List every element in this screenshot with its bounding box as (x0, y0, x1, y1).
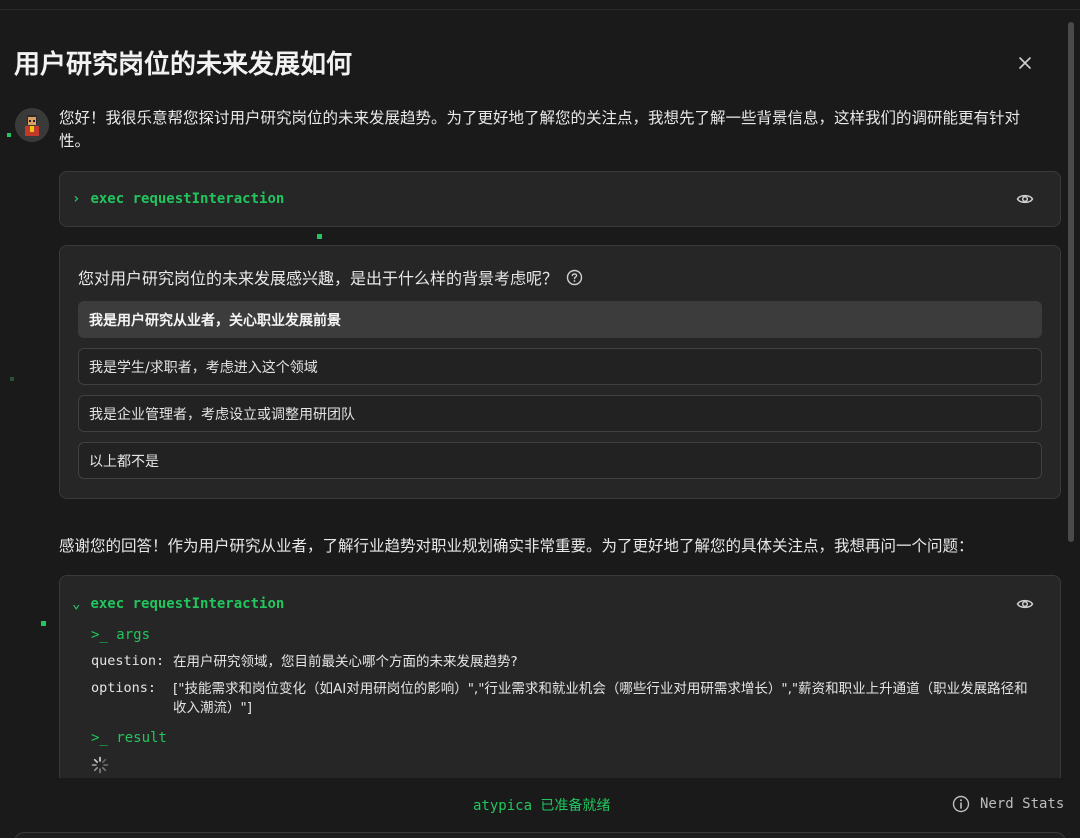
option-button[interactable]: 我是学生/求职者，考虑进入这个领域 (78, 348, 1042, 385)
top-divider (0, 9, 1080, 10)
tool-call-card-expanded[interactable]: ⌄ exec requestInteraction >_ args questi… (59, 575, 1061, 795)
tool-call-card[interactable]: › exec requestInteraction (59, 171, 1061, 227)
dialog-title: 用户研究岗位的未来发展如何 (14, 50, 353, 80)
close-button[interactable] (1012, 50, 1038, 76)
message-input[interactable] (14, 832, 1066, 838)
result-heading: >_ result (91, 730, 167, 746)
assistant-message: 感谢您的回答！作为用户研究从业者，了解行业趋势对职业规划确实非常重要。为了更好地… (59, 537, 974, 555)
option-button[interactable]: 以上都不是 (78, 442, 1042, 479)
tool-call-label: exec requestInteraction (90, 191, 285, 207)
option-button-selected[interactable]: 我是用户研究从业者，关心职业发展前景 (78, 301, 1042, 338)
decorative-dot (7, 133, 11, 137)
eye-icon[interactable] (1016, 595, 1034, 613)
chevron-right-icon[interactable]: › (72, 191, 80, 207)
help-circle-icon[interactable] (566, 269, 583, 286)
info-icon (952, 795, 970, 813)
interaction-question-card: 您对用户研究岗位的未来发展感兴趣，是出于什么样的背景考虑呢？ 我是用户研究从业者… (59, 245, 1061, 499)
scrollbar-thumb[interactable] (1068, 22, 1074, 542)
eye-icon[interactable] (1016, 190, 1034, 208)
decorative-dot (317, 234, 322, 239)
assistant-avatar (15, 108, 49, 142)
nerd-stats-label: Nerd Stats (980, 796, 1065, 812)
arg-key: options: (91, 680, 157, 696)
status-text: atypica 已准备就绪 (473, 798, 611, 814)
arg-value: 在用户研究领域，您目前最关心哪个方面的未来发展趋势? (173, 654, 518, 670)
nerd-stats-button[interactable]: Nerd Stats (952, 795, 1064, 813)
arg-key: question: (91, 653, 165, 669)
arg-value: ["技能需求和岗位变化（如AI对用研岗位的影响）","行业需求和就业机会（哪些行… (173, 681, 1028, 716)
loading-spinner-icon (91, 756, 109, 774)
arg-options-row: options: ["技能需求和岗位变化（如AI对用研岗位的影响）","行业需求… (91, 680, 1039, 718)
decorative-dot (10, 377, 14, 381)
close-icon (1019, 57, 1031, 69)
tool-call-label: exec requestInteraction (90, 596, 285, 612)
arg-question-row: question: 在用户研究领域，您目前最关心哪个方面的未来发展趋势? (91, 653, 1039, 672)
scrollbar[interactable] (1064, 10, 1080, 780)
args-heading: >_ args (91, 627, 151, 643)
question-text: 您对用户研究岗位的未来发展感兴趣，是出于什么样的背景考虑呢？ (78, 269, 559, 288)
chevron-down-icon[interactable]: ⌄ (72, 596, 80, 612)
assistant-message: 您好！我很乐意帮您探讨用户研究岗位的未来发展趋势。为了更好地了解您的关注点，我想… (59, 109, 1021, 150)
option-button[interactable]: 我是企业管理者，考虑设立或调整用研团队 (78, 395, 1042, 432)
decorative-dot (41, 621, 46, 626)
